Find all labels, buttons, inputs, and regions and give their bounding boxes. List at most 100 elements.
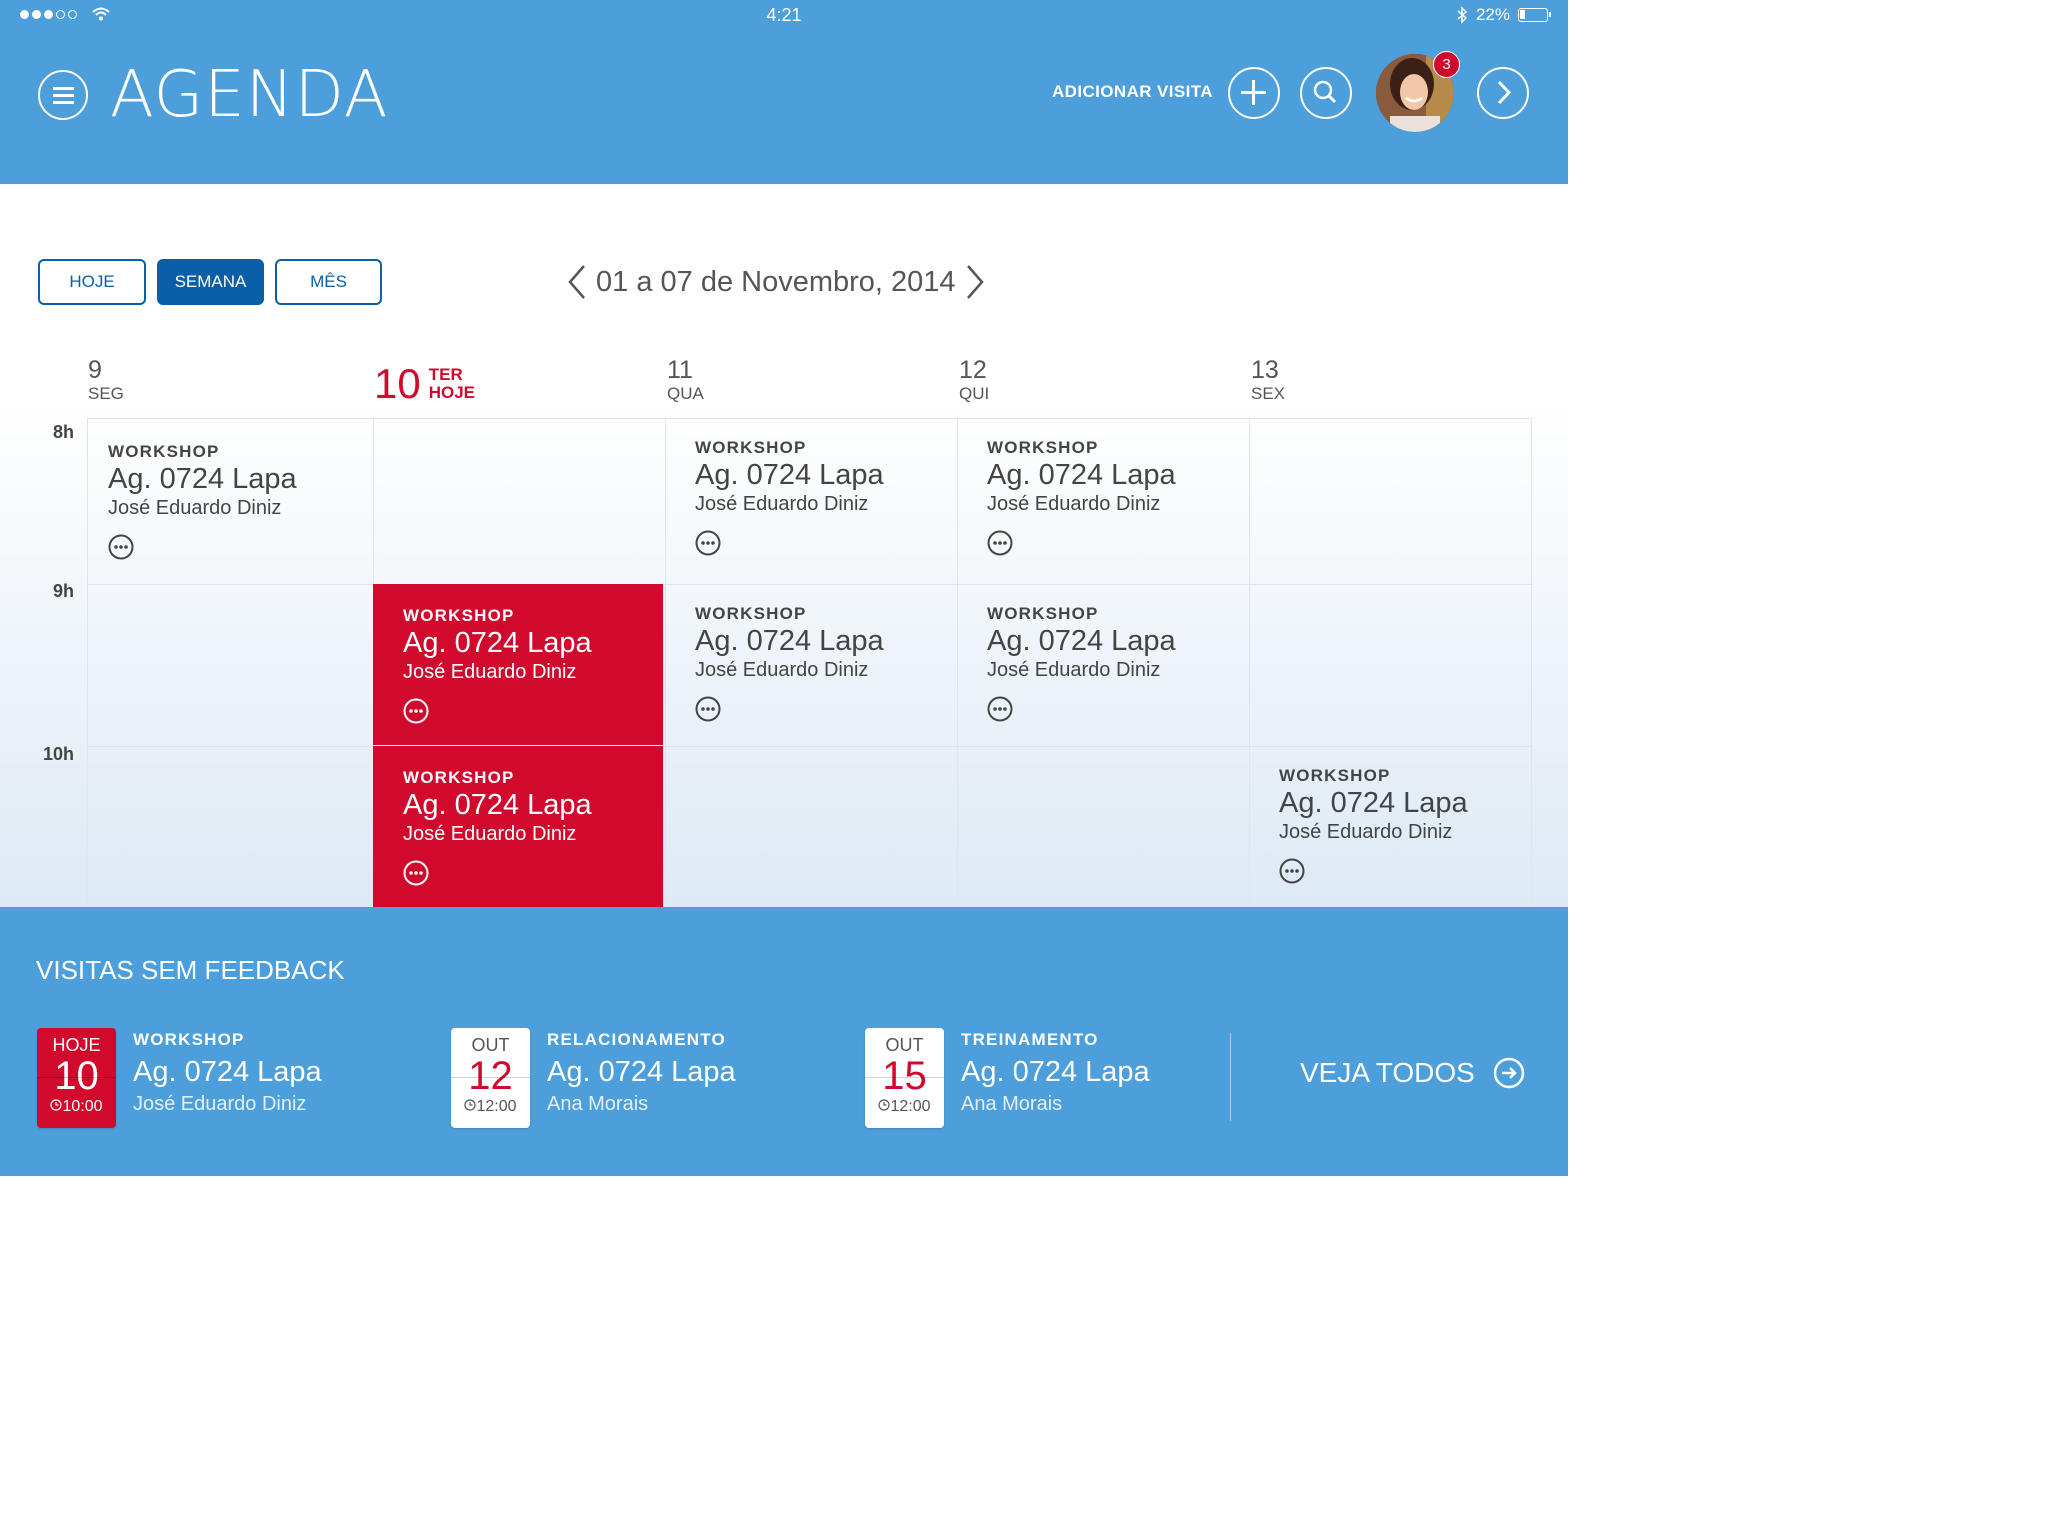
- status-bar: 4:21 22%: [0, 0, 1568, 32]
- event-card[interactable]: WORKSHOP Ag. 0724 Lapa José Eduardo Dini…: [665, 582, 955, 744]
- feedback-type: TREINAMENTO: [961, 1030, 1099, 1049]
- search-icon: [1313, 80, 1337, 104]
- event-type: WORKSHOP: [695, 604, 807, 623]
- event-person: José Eduardo Diniz: [1279, 821, 1453, 843]
- event-type: WORKSHOP: [987, 438, 1099, 457]
- event-place: Ag. 0724 Lapa: [987, 459, 1176, 491]
- event-card[interactable]: WORKSHOP Ag. 0724 Lapa José Eduardo Dini…: [1249, 744, 1539, 906]
- status-time: 4:21: [766, 5, 802, 25]
- tab-month[interactable]: MÊS: [275, 259, 382, 305]
- day-header[interactable]: 9 SEG: [88, 356, 124, 404]
- day-header-today[interactable]: 10 TER HOJE: [374, 362, 475, 406]
- day-number: 9: [88, 356, 102, 384]
- feedback-type: RELACIONAMENTO: [547, 1030, 726, 1049]
- plus-icon: [1241, 80, 1266, 105]
- hour-label: 8h: [52, 422, 74, 442]
- event-person: José Eduardo Diniz: [403, 661, 577, 683]
- event-person: José Eduardo Diniz: [987, 493, 1161, 515]
- event-person: José Eduardo Diniz: [695, 493, 869, 515]
- event-type: WORKSHOP: [695, 438, 807, 457]
- event-card[interactable]: WORKSHOP Ag. 0724 Lapa José Eduardo Dini…: [78, 420, 368, 582]
- event-place: Ag. 0724 Lapa: [695, 625, 884, 657]
- clock-icon: [464, 1099, 477, 1111]
- clock-icon: [50, 1099, 63, 1111]
- bluetooth-icon: [1457, 6, 1468, 24]
- tab-today[interactable]: HOJE: [38, 259, 146, 305]
- chevron-right-icon[interactable]: [964, 264, 986, 300]
- search-button[interactable]: [1300, 67, 1352, 119]
- more-icon[interactable]: [695, 530, 721, 556]
- feedback-info: WORKSHOP Ag. 0724 Lapa José Eduardo Dini…: [133, 1030, 433, 1116]
- day-name: SEG: [88, 384, 124, 403]
- date-day: 10: [54, 1054, 99, 1098]
- see-all-label: VEJA TODOS: [1300, 1057, 1475, 1088]
- date-badge: OUT 15 12:00: [865, 1028, 944, 1128]
- more-icon[interactable]: [108, 534, 134, 560]
- date-navigator: 01 a 07 de Novembro, 2014: [566, 262, 986, 302]
- event-card-today[interactable]: WORKSHOP Ag. 0724 Lapa José Eduardo Dini…: [373, 584, 663, 745]
- event-place: Ag. 0724 Lapa: [403, 789, 592, 821]
- day-header[interactable]: 11 QUA: [667, 356, 704, 404]
- date-badge: OUT 12 12:00: [451, 1028, 530, 1128]
- date-month: HOJE: [52, 1035, 101, 1055]
- tab-week[interactable]: SEMANA: [157, 259, 264, 305]
- more-icon[interactable]: [403, 698, 429, 724]
- day-name: QUI: [959, 384, 990, 403]
- date-time: 12:00: [865, 1097, 944, 1117]
- event-place: Ag. 0724 Lapa: [987, 625, 1176, 657]
- event-card[interactable]: WORKSHOP Ag. 0724 Lapa José Eduardo Dini…: [665, 416, 955, 578]
- feedback-person: Ana Morais: [547, 1093, 649, 1115]
- status-right: 22%: [1456, 5, 1551, 25]
- feedback-info: RELACIONAMENTO Ag. 0724 Lapa Ana Morais: [547, 1030, 847, 1116]
- event-place: Ag. 0724 Lapa: [1279, 787, 1468, 819]
- next-button[interactable]: [1477, 67, 1529, 119]
- event-type: WORKSHOP: [403, 768, 515, 787]
- add-visit-label[interactable]: ADICIONAR VISITA: [1052, 82, 1213, 102]
- event-type: WORKSHOP: [403, 606, 515, 625]
- day-name: TER: [428, 365, 463, 384]
- event-person: José Eduardo Diniz: [987, 659, 1161, 681]
- date-day: 15: [882, 1054, 927, 1098]
- event-place: Ag. 0724 Lapa: [403, 627, 592, 659]
- feedback-place: Ag. 0724 Lapa: [133, 1056, 322, 1088]
- date-month: OUT: [471, 1035, 510, 1055]
- day-name: QUA: [667, 384, 704, 403]
- day-header[interactable]: 12 QUI: [959, 356, 989, 404]
- more-icon[interactable]: [695, 696, 721, 722]
- date-divider: [37, 1077, 116, 1078]
- feedback-info: TREINAMENTO Ag. 0724 Lapa Ana Morais: [961, 1030, 1261, 1116]
- event-type: WORKSHOP: [1279, 766, 1391, 785]
- app-header: 4:21 22% AGENDA ADICIONAR VISITA 3: [0, 0, 1568, 184]
- arrow-right-circle-icon: [1493, 1057, 1525, 1089]
- today-label-group: TER HOJE: [429, 362, 475, 402]
- event-type: WORKSHOP: [987, 604, 1099, 623]
- event-card[interactable]: WORKSHOP Ag. 0724 Lapa José Eduardo Dini…: [957, 582, 1247, 744]
- date-range-label: 01 a 07 de Novembro, 2014: [596, 265, 956, 298]
- time-text: 12:00: [890, 1098, 931, 1115]
- day-name: SEX: [1251, 384, 1286, 403]
- day-header[interactable]: 13 SEX: [1251, 356, 1285, 404]
- battery-percent: 22%: [1475, 5, 1510, 24]
- time-text: 10:00: [62, 1098, 103, 1115]
- event-card-today[interactable]: WORKSHOP Ag. 0724 Lapa José Eduardo Dini…: [373, 746, 663, 907]
- today-tag: HOJE: [428, 383, 476, 402]
- see-all-button[interactable]: VEJA TODOS: [1300, 1057, 1525, 1089]
- date-divider: [865, 1077, 944, 1078]
- add-visit-button[interactable]: [1228, 67, 1280, 119]
- more-icon[interactable]: [987, 696, 1013, 722]
- feedback-title: VISITAS SEM FEEDBACK: [36, 955, 345, 985]
- chevron-right-icon: [1497, 80, 1512, 105]
- date-day: 12: [468, 1054, 513, 1098]
- page-title: AGENDA: [110, 58, 389, 132]
- feedback-panel: VISITAS SEM FEEDBACK HOJE 10 10:00 WORKS…: [0, 907, 1568, 1176]
- day-number: 10: [374, 360, 421, 407]
- more-icon[interactable]: [403, 860, 429, 886]
- feedback-place: Ag. 0724 Lapa: [961, 1056, 1150, 1088]
- more-icon[interactable]: [987, 530, 1013, 556]
- more-icon[interactable]: [1279, 858, 1305, 884]
- event-card[interactable]: WORKSHOP Ag. 0724 Lapa José Eduardo Dini…: [957, 416, 1247, 578]
- event-place: Ag. 0724 Lapa: [695, 459, 884, 491]
- chevron-left-icon[interactable]: [566, 264, 588, 300]
- event-person: José Eduardo Diniz: [695, 659, 869, 681]
- menu-button[interactable]: [38, 70, 88, 120]
